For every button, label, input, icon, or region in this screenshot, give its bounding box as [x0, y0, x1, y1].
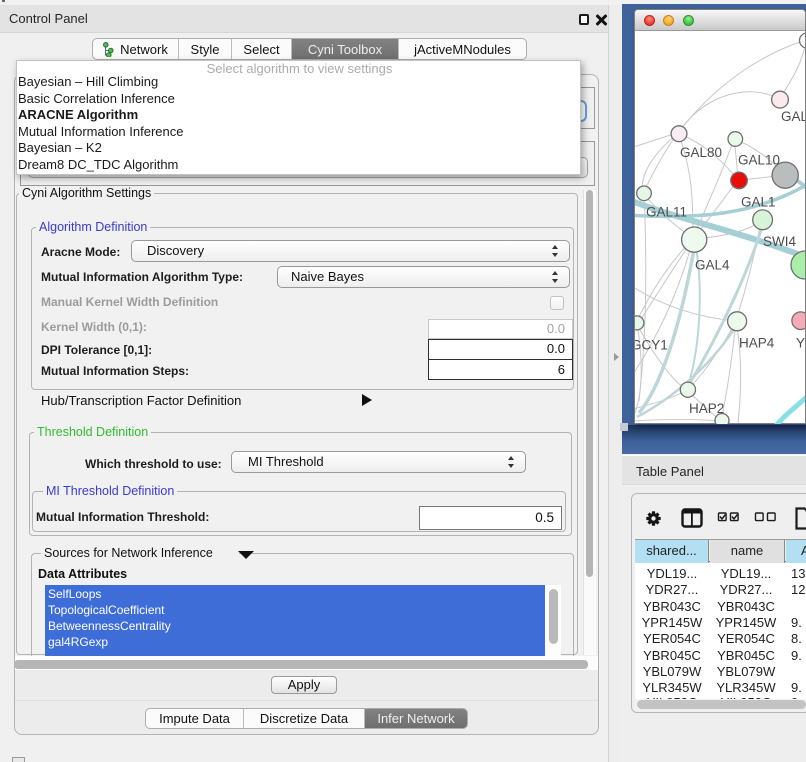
svg-text:HAP2: HAP2: [689, 401, 724, 416]
svg-text:GAL1: GAL1: [741, 195, 776, 210]
svg-text:GAL10: GAL10: [738, 153, 780, 168]
svg-text:GCY1: GCY1: [635, 338, 668, 353]
svg-text:GAL80: GAL80: [680, 145, 722, 160]
svg-text:Y: Y: [796, 336, 805, 351]
svg-text:GAL4: GAL4: [695, 258, 730, 273]
svg-text:GAL11: GAL11: [646, 205, 687, 220]
svg-text:SWI4: SWI4: [763, 234, 796, 249]
svg-text:GAL: GAL: [781, 109, 805, 124]
svg-text:HAP4: HAP4: [739, 336, 775, 351]
